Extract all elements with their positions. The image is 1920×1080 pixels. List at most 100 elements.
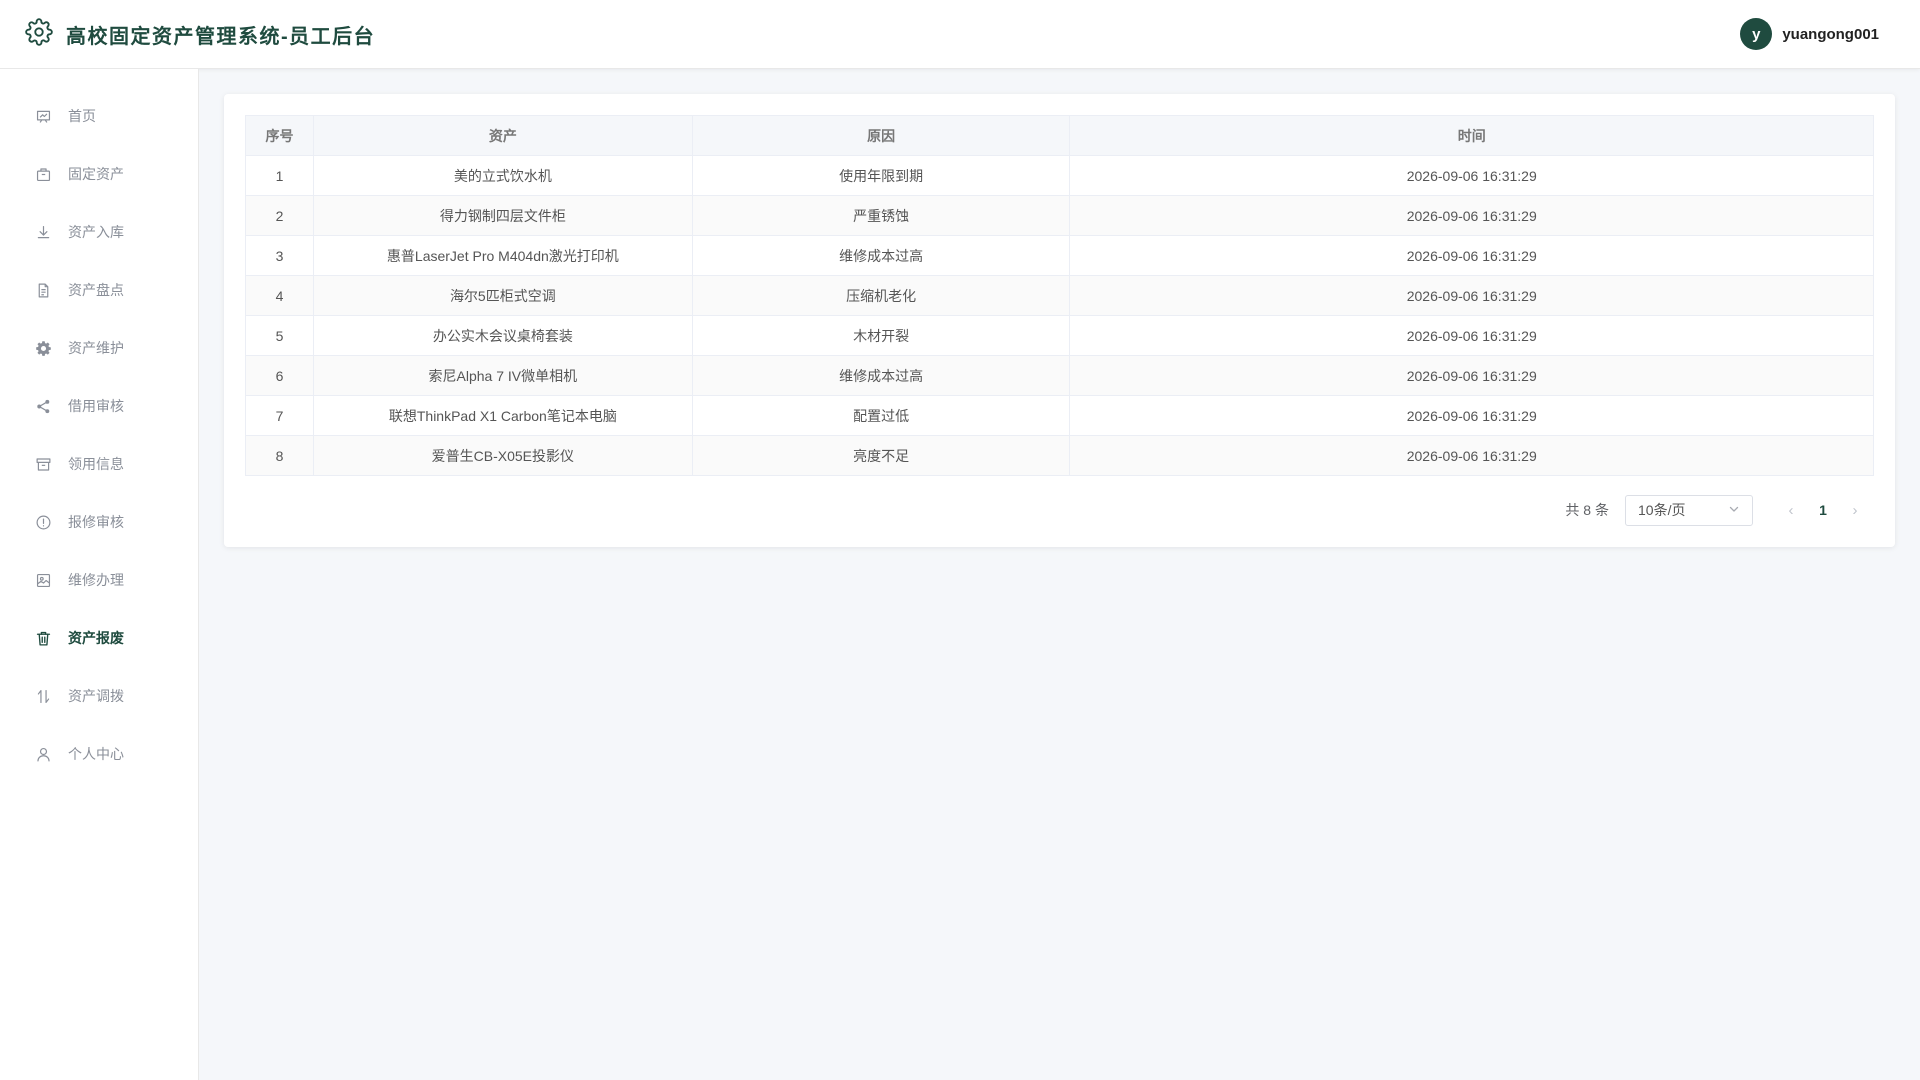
cell-reason: 维修成本过高 xyxy=(691,235,1071,276)
cell-reason: 维修成本过高 xyxy=(691,355,1071,396)
cell-index: 2 xyxy=(245,195,314,236)
table-row[interactable]: 8 爱普生CB-X05E投影仪 亮度不足 2026-09-06 16:31:29 xyxy=(245,435,1874,476)
gear-icon xyxy=(25,17,53,51)
cell-index: 6 xyxy=(245,355,314,396)
table-row[interactable]: 3 惠普LaserJet Pro M404dn激光打印机 维修成本过高 2026… xyxy=(245,235,1874,276)
table-row[interactable]: 5 办公实木会议桌椅套装 木材开裂 2026-09-06 16:31:29 xyxy=(245,315,1874,356)
content-card: 序号 资产 原因 时间 1 美的立式饮水机 使用年限到期 2026-09-06 … xyxy=(224,94,1895,547)
sidebar-item-label: 个人中心 xyxy=(68,746,124,762)
chevron-left-icon[interactable]: ‹ xyxy=(1775,502,1807,519)
cell-index: 4 xyxy=(245,275,314,316)
cell-index: 7 xyxy=(245,395,314,436)
download-icon xyxy=(34,223,52,241)
user-menu[interactable]: y yuangong001 xyxy=(1740,18,1879,50)
cell-reason: 亮度不足 xyxy=(691,435,1071,476)
box-icon xyxy=(34,455,52,473)
cell-time: 2026-09-06 16:31:29 xyxy=(1069,275,1874,316)
column-header-index: 序号 xyxy=(245,115,314,156)
table-row[interactable]: 4 海尔5匹柜式空调 压缩机老化 2026-09-06 16:31:29 xyxy=(245,275,1874,316)
column-header-time: 时间 xyxy=(1069,115,1874,156)
sidebar-item-asset-inbound[interactable]: 资产入库 xyxy=(0,203,198,261)
cell-asset: 联想ThinkPad X1 Carbon笔记本电脑 xyxy=(312,395,693,436)
sidebar-item-label: 资产维护 xyxy=(68,340,124,356)
cell-time: 2026-09-06 16:31:29 xyxy=(1069,395,1874,436)
sidebar-item-asset-inventory[interactable]: 资产盘点 xyxy=(0,261,198,319)
cell-reason: 严重锈蚀 xyxy=(691,195,1071,236)
cell-reason: 木材开裂 xyxy=(691,315,1071,356)
cell-reason: 压缩机老化 xyxy=(691,275,1071,316)
table-row[interactable]: 1 美的立式饮水机 使用年限到期 2026-09-06 16:31:29 xyxy=(245,155,1874,196)
cell-asset: 索尼Alpha 7 IV微单相机 xyxy=(312,355,693,396)
sidebar-item-label: 报修审核 xyxy=(68,514,124,530)
username[interactable]: yuangong001 xyxy=(1782,26,1879,43)
cell-asset: 办公实木会议桌椅套装 xyxy=(312,315,693,356)
cell-reason: 配置过低 xyxy=(691,395,1071,436)
sidebar-item-label: 资产调拨 xyxy=(68,688,124,704)
top-header: 高校固定资产管理系统-员工后台 y yuangong001 xyxy=(0,0,1920,69)
share-icon xyxy=(34,397,52,415)
cell-index: 8 xyxy=(245,435,314,476)
chart-board-icon xyxy=(34,107,52,125)
sidebar-item-repair-review[interactable]: 报修审核 xyxy=(0,493,198,551)
avatar[interactable]: y xyxy=(1740,18,1773,50)
table-header-row: 序号 资产 原因 时间 xyxy=(245,115,1874,156)
cell-asset: 美的立式饮水机 xyxy=(312,155,693,196)
page-size-select[interactable]: 10条/页 xyxy=(1625,494,1753,526)
sidebar-item-repair-handling[interactable]: 维修办理 xyxy=(0,551,198,609)
sidebar-item-asset-transfer[interactable]: 资产调拨 xyxy=(0,667,198,725)
sidebar-item-label: 借用审核 xyxy=(68,398,124,414)
scrap-table: 序号 资产 原因 时间 1 美的立式饮水机 使用年限到期 2026-09-06 … xyxy=(245,115,1874,476)
table-row[interactable]: 2 得力钢制四层文件柜 严重锈蚀 2026-09-06 16:31:29 xyxy=(245,195,1874,236)
cell-time: 2026-09-06 16:31:29 xyxy=(1069,355,1874,396)
sidebar-item-personal-center[interactable]: 个人中心 xyxy=(0,725,198,783)
table-row[interactable]: 7 联想ThinkPad X1 Carbon笔记本电脑 配置过低 2026-09… xyxy=(245,395,1874,436)
gear-icon xyxy=(34,339,52,357)
sidebar-item-label: 首页 xyxy=(68,108,96,124)
briefcase-icon xyxy=(34,165,52,183)
trash-icon xyxy=(34,629,52,647)
page-number-current[interactable]: 1 xyxy=(1807,502,1839,518)
cell-time: 2026-09-06 16:31:29 xyxy=(1069,155,1874,196)
chevron-right-icon[interactable]: › xyxy=(1839,502,1871,519)
sidebar-item-requisition-info[interactable]: 领用信息 xyxy=(0,435,198,493)
pagination: 共 8 条 10条/页 ‹ 1 › xyxy=(1565,494,1871,526)
cell-time: 2026-09-06 16:31:29 xyxy=(1069,235,1874,276)
document-icon xyxy=(34,281,52,299)
cell-time: 2026-09-06 16:31:29 xyxy=(1069,435,1874,476)
sidebar-item-label: 资产入库 xyxy=(68,224,124,240)
page-size-value: 10条/页 xyxy=(1638,502,1686,518)
warning-circle-icon xyxy=(34,513,52,531)
cell-time: 2026-09-06 16:31:29 xyxy=(1069,315,1874,356)
sidebar: 首页 固定资产 资产入库 资产盘点 资产维护 借用审核 领用信息 报修审核 维修… xyxy=(0,69,199,1080)
pagination-total: 共 8 条 xyxy=(1565,502,1609,518)
picture-icon xyxy=(34,571,52,589)
column-header-reason: 原因 xyxy=(691,115,1071,156)
cell-index: 3 xyxy=(245,235,314,276)
cell-asset: 惠普LaserJet Pro M404dn激光打印机 xyxy=(312,235,693,276)
sidebar-item-home[interactable]: 首页 xyxy=(0,87,198,145)
sidebar-item-label: 领用信息 xyxy=(68,456,124,472)
chevron-down-icon xyxy=(1728,502,1740,518)
sidebar-item-asset-scrap[interactable]: 资产报废 xyxy=(0,609,198,667)
sidebar-item-label: 资产盘点 xyxy=(68,282,124,298)
cell-asset: 海尔5匹柜式空调 xyxy=(312,275,693,316)
cell-index: 1 xyxy=(245,155,314,196)
column-header-asset: 资产 xyxy=(312,115,693,156)
sidebar-item-asset-maintenance[interactable]: 资产维护 xyxy=(0,319,198,377)
sidebar-item-label: 固定资产 xyxy=(68,166,124,182)
cell-asset: 爱普生CB-X05E投影仪 xyxy=(312,435,693,476)
sidebar-item-fixed-assets[interactable]: 固定资产 xyxy=(0,145,198,203)
cell-index: 5 xyxy=(245,315,314,356)
user-icon xyxy=(34,745,52,763)
sort-icon xyxy=(34,687,52,705)
sidebar-item-borrow-review[interactable]: 借用审核 xyxy=(0,377,198,435)
cell-reason: 使用年限到期 xyxy=(691,155,1071,196)
table-row[interactable]: 6 索尼Alpha 7 IV微单相机 维修成本过高 2026-09-06 16:… xyxy=(245,355,1874,396)
sidebar-item-label: 资产报废 xyxy=(68,630,124,646)
cell-time: 2026-09-06 16:31:29 xyxy=(1069,195,1874,236)
sidebar-item-label: 维修办理 xyxy=(68,572,124,588)
app-title: 高校固定资产管理系统-员工后台 xyxy=(66,25,376,48)
cell-asset: 得力钢制四层文件柜 xyxy=(312,195,693,236)
brand: 高校固定资产管理系统-员工后台 xyxy=(25,17,376,51)
sidebar-menu: 首页 固定资产 资产入库 资产盘点 资产维护 借用审核 领用信息 报修审核 维修… xyxy=(0,69,198,783)
